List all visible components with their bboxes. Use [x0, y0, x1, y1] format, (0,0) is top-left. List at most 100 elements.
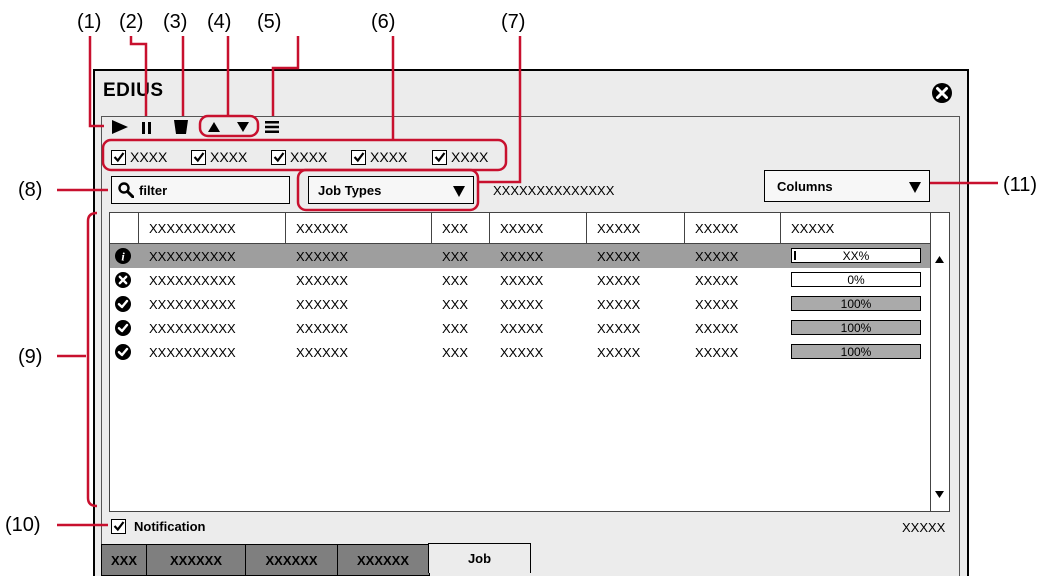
filter-input[interactable]: filter — [111, 176, 290, 204]
columns-dropdown[interactable]: Columns — [764, 170, 930, 202]
filter-check-2[interactable]: XXXX — [191, 147, 247, 167]
checkbox[interactable] — [111, 518, 126, 534]
column-header[interactable]: XXXXXX — [286, 213, 432, 243]
table-cell: XXXXX — [597, 297, 641, 312]
job-count-text: XXXXXXXXXXXXXX — [493, 183, 615, 198]
callout-5: (5) — [257, 11, 282, 33]
callout-4: (4) — [207, 11, 232, 33]
callout-3: (3) — [163, 11, 188, 33]
table-cell: XXXXX — [597, 273, 641, 288]
checkbox[interactable] — [432, 149, 447, 165]
callout-11: (11) — [1003, 174, 1038, 196]
progress-text: 100% — [840, 297, 872, 311]
job-types-dropdown[interactable]: Job Types — [308, 176, 474, 204]
callout-6: (6) — [371, 11, 396, 33]
play-icon[interactable] — [111, 119, 129, 140]
table-cell: XXXXXX — [296, 345, 349, 360]
filter-check-label: XXXX — [210, 149, 248, 165]
table-cell: XXX — [442, 249, 469, 264]
table-cell: XXX — [442, 273, 469, 288]
table-cell: XXXXXXXXXX — [149, 321, 236, 336]
table-cell: XXX — [442, 297, 469, 312]
job-table[interactable]: XXXXXXXXXX XXXXXX XXX XXXXX XXXXX XXXXX … — [109, 212, 950, 512]
table-cell: XXX — [442, 345, 469, 360]
table-cell: XXXXX — [597, 249, 641, 264]
progress-bar: 100% — [791, 344, 921, 359]
table-row[interactable]: i XXXXXXXXXX XXXXXX XXX XXXXX XXXXX XXXXX XX% — [110, 244, 931, 268]
notification-label: Notification — [134, 518, 206, 534]
table-cell: XXXXX — [500, 249, 544, 264]
table-row[interactable]: XXXXXXXXXX XXXXXX XXX XXXXX XXXXX XXXXX 100% — [110, 292, 931, 316]
table-cell: XXXXXX — [296, 273, 349, 288]
checkbox[interactable] — [111, 149, 126, 165]
move-up-icon[interactable] — [207, 120, 221, 138]
tab-3[interactable]: XXXXXX — [245, 544, 338, 576]
table-cell: XXXXX — [500, 273, 544, 288]
progress-bar: XX% — [791, 248, 921, 263]
tab-4[interactable]: XXXXXX — [336, 544, 430, 576]
callout-7: (7) — [501, 11, 526, 33]
table-cell: XXXXXX — [296, 321, 349, 336]
callout-2: (2) — [119, 11, 144, 33]
table-cell: XXXXX — [500, 321, 544, 336]
filter-check-4[interactable]: XXXX — [351, 147, 407, 167]
checkbox[interactable] — [271, 149, 286, 165]
table-header: XXXXXXXXXX XXXXXX XXX XXXXX XXXXX XXXXX … — [110, 213, 931, 244]
progress-fill — [794, 251, 796, 260]
table-cell: XXX — [442, 321, 469, 336]
column-header-status[interactable] — [110, 213, 139, 243]
filter-placeholder: filter — [139, 182, 168, 198]
table-cell: XXXXXXXXXX — [149, 249, 236, 264]
close-icon[interactable] — [931, 82, 953, 104]
tab-job[interactable]: Job — [428, 543, 531, 573]
table-row[interactable]: XXXXXXXXXX XXXXXX XXX XXXXX XXXXX XXXXX 100% — [110, 340, 931, 364]
scroll-up-icon[interactable] — [935, 250, 944, 268]
column-header[interactable]: XXXXX — [685, 213, 781, 243]
progress-text: 100% — [840, 345, 872, 359]
callout-10: (10) — [5, 514, 41, 536]
checkbox[interactable] — [191, 149, 206, 165]
table-cell: XXXXX — [695, 321, 739, 336]
column-header[interactable]: XXXXX — [490, 213, 587, 243]
columns-label: Columns — [777, 178, 833, 194]
window-title: EDIUS — [103, 80, 164, 101]
delete-icon[interactable] — [173, 119, 189, 140]
search-icon — [118, 182, 134, 198]
menu-icon[interactable] — [265, 120, 279, 138]
check-circle-icon — [115, 320, 131, 336]
callout-9: (9) — [18, 346, 43, 368]
tab-2[interactable]: XXXXXX — [145, 544, 247, 576]
table-cell: XXXXXXXXXX — [149, 297, 236, 312]
notification-checkbox[interactable]: Notification — [111, 516, 206, 536]
table-row[interactable]: XXXXXXXXXX XXXXXX XXX XXXXX XXXXX XXXXX 100% — [110, 316, 931, 340]
progress-bar: 100% — [791, 296, 921, 311]
column-header[interactable]: XXX — [432, 213, 490, 243]
table-cell: XXXXX — [695, 273, 739, 288]
pause-icon[interactable] — [141, 121, 153, 139]
filter-check-label: XXXX — [290, 149, 328, 165]
filter-check-1[interactable]: XXXX — [111, 147, 167, 167]
move-down-icon[interactable] — [236, 120, 250, 138]
callout-8: (8) — [18, 179, 43, 201]
column-header[interactable]: XXXXX — [781, 213, 933, 243]
table-cell: XXXXXX — [296, 249, 349, 264]
table-cell: XXXXX — [597, 345, 641, 360]
progress-text: 100% — [840, 321, 872, 335]
column-header[interactable]: XXXXX — [587, 213, 685, 243]
check-circle-icon — [115, 344, 131, 360]
filter-check-5[interactable]: XXXX — [432, 147, 488, 167]
callout-1: (1) — [77, 11, 102, 33]
table-row[interactable]: XXXXXXXXXX XXXXXX XXX XXXXX XXXXX XXXXX 0% — [110, 268, 931, 292]
job-types-label: Job Types — [318, 182, 382, 198]
chevron-down-icon — [909, 181, 921, 196]
checkbox[interactable] — [351, 149, 366, 165]
vertical-scrollbar[interactable] — [930, 213, 949, 511]
tab-1[interactable]: XXX — [101, 544, 147, 576]
column-header[interactable]: XXXXXXXXXX — [139, 213, 286, 243]
table-cell: XXXXXXXXXX — [149, 273, 236, 288]
filter-check-3[interactable]: XXXX — [271, 147, 327, 167]
progress-text: 0% — [847, 273, 865, 287]
scroll-down-icon[interactable] — [935, 485, 944, 503]
progress-bar: 100% — [791, 320, 921, 335]
footer-status: XXXXX — [902, 520, 946, 535]
